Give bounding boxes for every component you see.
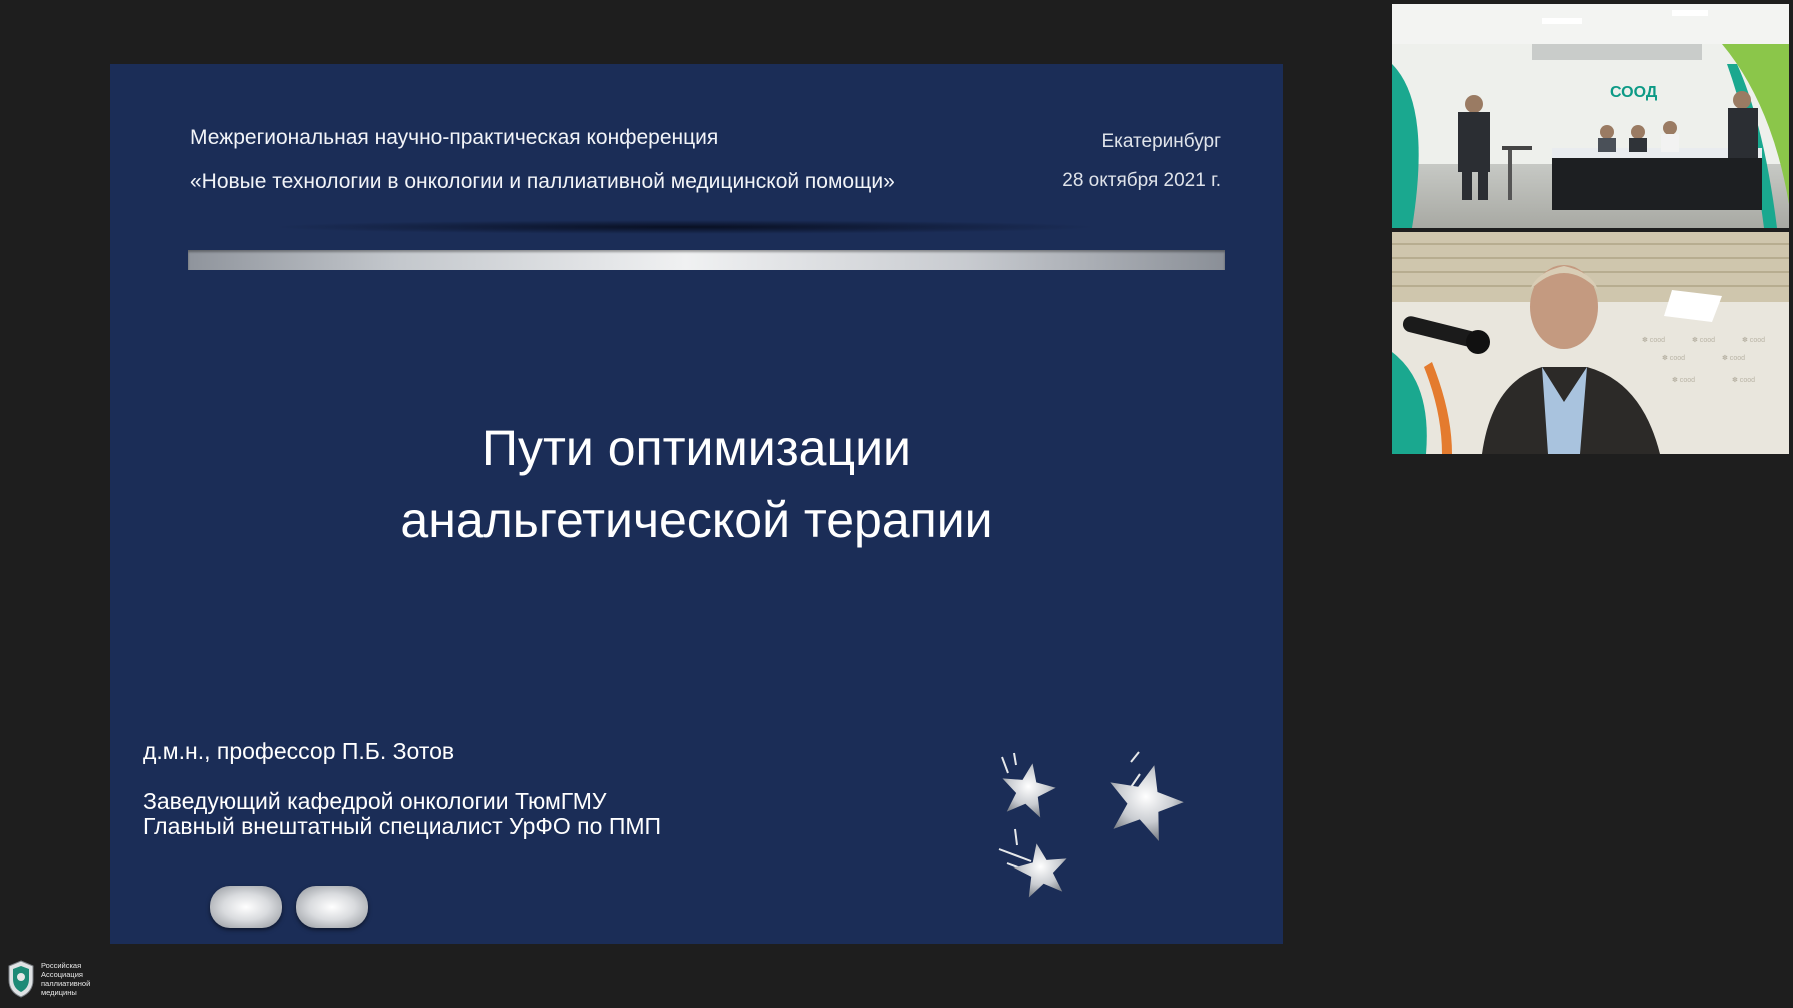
slide-title: Пути оптимизации анальгетической терапии [110, 412, 1283, 556]
logo-line: медицины [41, 988, 77, 997]
conference-city: Екатеринбург [1101, 131, 1221, 152]
prev-slide-button[interactable] [210, 886, 282, 928]
logo-text: Российская Ассоциация паллиативной медиц… [41, 961, 111, 997]
slide-title-line2: анальгетической терапии [400, 492, 993, 548]
svg-text:✽ сооd: ✽ сооd [1692, 336, 1715, 344]
author-position-2: Главный внештатный специалист УрФО по ПМ… [143, 813, 662, 839]
conference-viewer: Межрегиональная научно-практическая конф… [0, 0, 1793, 1008]
room-sign: СООД [1610, 84, 1658, 101]
logo-line: Российская [41, 961, 82, 970]
slide-title-line1: Пути оптимизации [482, 420, 911, 476]
svg-text:✽ сооd: ✽ сооd [1672, 376, 1695, 384]
logo-line: паллиативной [41, 979, 91, 988]
author-position-1: Заведующий кафедрой онкологии ТюмГМУ [143, 788, 607, 814]
decorative-divider [188, 250, 1225, 270]
star-icon [1110, 751, 1184, 841]
svg-text:✽ сооd: ✽ сооd [1732, 376, 1755, 384]
presentation-slide: Межрегиональная научно-практическая конф… [110, 64, 1283, 944]
decorative-shadow [270, 220, 1100, 234]
star-icon [1001, 752, 1056, 818]
logo-line: Ассоциация [41, 970, 83, 979]
video-tile-speaker[interactable]: ✽ сооd ✽ сооd ✽ сооd ✽ сооd ✽ сооd ✽ соо… [1392, 232, 1789, 454]
shield-icon [8, 960, 34, 998]
author-name: д.м.н., профессор П.Б. Зотов [143, 738, 455, 764]
organization-logo: Российская Ассоциация паллиативной медиц… [8, 960, 108, 1004]
svg-text:✽ сооd: ✽ сооd [1742, 336, 1765, 344]
svg-text:✽ сооd: ✽ сооd [1722, 354, 1745, 362]
svg-text:✽ сооd: ✽ сооd [1662, 354, 1685, 362]
svg-text:✽ сооd: ✽ сооd [1642, 336, 1665, 344]
conference-name: Межрегиональная научно-практическая конф… [190, 126, 719, 149]
star-icon [998, 828, 1067, 898]
speaker-video-image: ✽ сооd ✽ сооd ✽ сооd ✽ сооd ✽ сооd ✽ соо… [1392, 232, 1789, 454]
next-slide-button[interactable] [296, 886, 368, 928]
video-tile-room[interactable]: СООД [1392, 4, 1789, 228]
room-video-image [1392, 4, 1789, 228]
conference-subtitle: «Новые технологии в онкологии и паллиати… [190, 170, 895, 193]
conference-date: 28 октября 2021 г. [1062, 170, 1221, 191]
